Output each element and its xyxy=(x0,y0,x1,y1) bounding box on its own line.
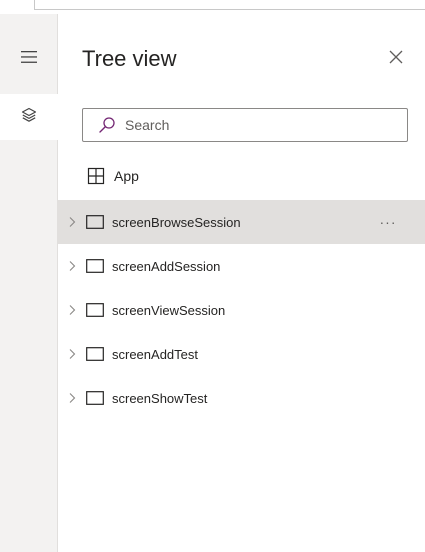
tree-item-screen[interactable]: screenViewSession xyxy=(58,288,425,332)
chevron-right-icon[interactable] xyxy=(66,260,78,272)
chevron-right-icon[interactable] xyxy=(66,348,78,360)
app-grid-icon xyxy=(86,166,106,186)
panel-title: Tree view xyxy=(82,46,177,71)
screen-list: screenBrowseSession ··· screenAddSession xyxy=(58,200,425,420)
hamburger-menu-icon xyxy=(20,50,37,69)
tree-item-app[interactable]: App xyxy=(58,158,425,194)
tree-item-screen[interactable]: screenAddTest xyxy=(58,332,425,376)
screen-icon xyxy=(86,303,104,317)
close-icon xyxy=(388,49,404,70)
layers-icon xyxy=(21,107,37,128)
top-strip-tab xyxy=(34,0,425,10)
tree-item-label: App xyxy=(114,168,139,184)
tree-item-screen[interactable]: screenBrowseSession ··· xyxy=(58,200,425,244)
chevron-right-icon[interactable] xyxy=(66,216,78,228)
tree-item-screen[interactable]: screenShowTest xyxy=(58,376,425,420)
left-rail xyxy=(0,14,58,552)
tree-item-label: screenAddTest xyxy=(112,346,198,362)
more-options-button[interactable]: ··· xyxy=(374,208,402,236)
screen-icon xyxy=(86,215,104,229)
tree-item-screen[interactable]: screenAddSession xyxy=(58,244,425,288)
close-button[interactable] xyxy=(380,43,412,75)
tree-item-label: screenViewSession xyxy=(112,302,226,318)
chevron-right-icon[interactable] xyxy=(66,304,78,316)
tree-item-label: screenAddSession xyxy=(112,258,221,274)
screen-icon xyxy=(86,347,104,361)
tree-item-label: screenBrowseSession xyxy=(112,214,241,230)
screen-icon xyxy=(86,391,104,405)
search-field[interactable] xyxy=(82,108,408,142)
search-input[interactable] xyxy=(123,116,387,134)
search-icon xyxy=(97,115,117,135)
tree-view-panel: Tree view Search App screenBrowseSession… xyxy=(58,14,425,552)
screen-icon xyxy=(86,259,104,273)
tree-view-rail-button[interactable] xyxy=(0,94,58,140)
top-strip xyxy=(0,0,425,14)
chevron-right-icon[interactable] xyxy=(66,392,78,404)
hamburger-menu-button[interactable] xyxy=(0,39,57,79)
panel-header: Tree view xyxy=(58,14,425,90)
app-root: Tree view Search App screenBrowseSession… xyxy=(0,0,425,552)
tree-item-label: screenShowTest xyxy=(112,390,208,406)
